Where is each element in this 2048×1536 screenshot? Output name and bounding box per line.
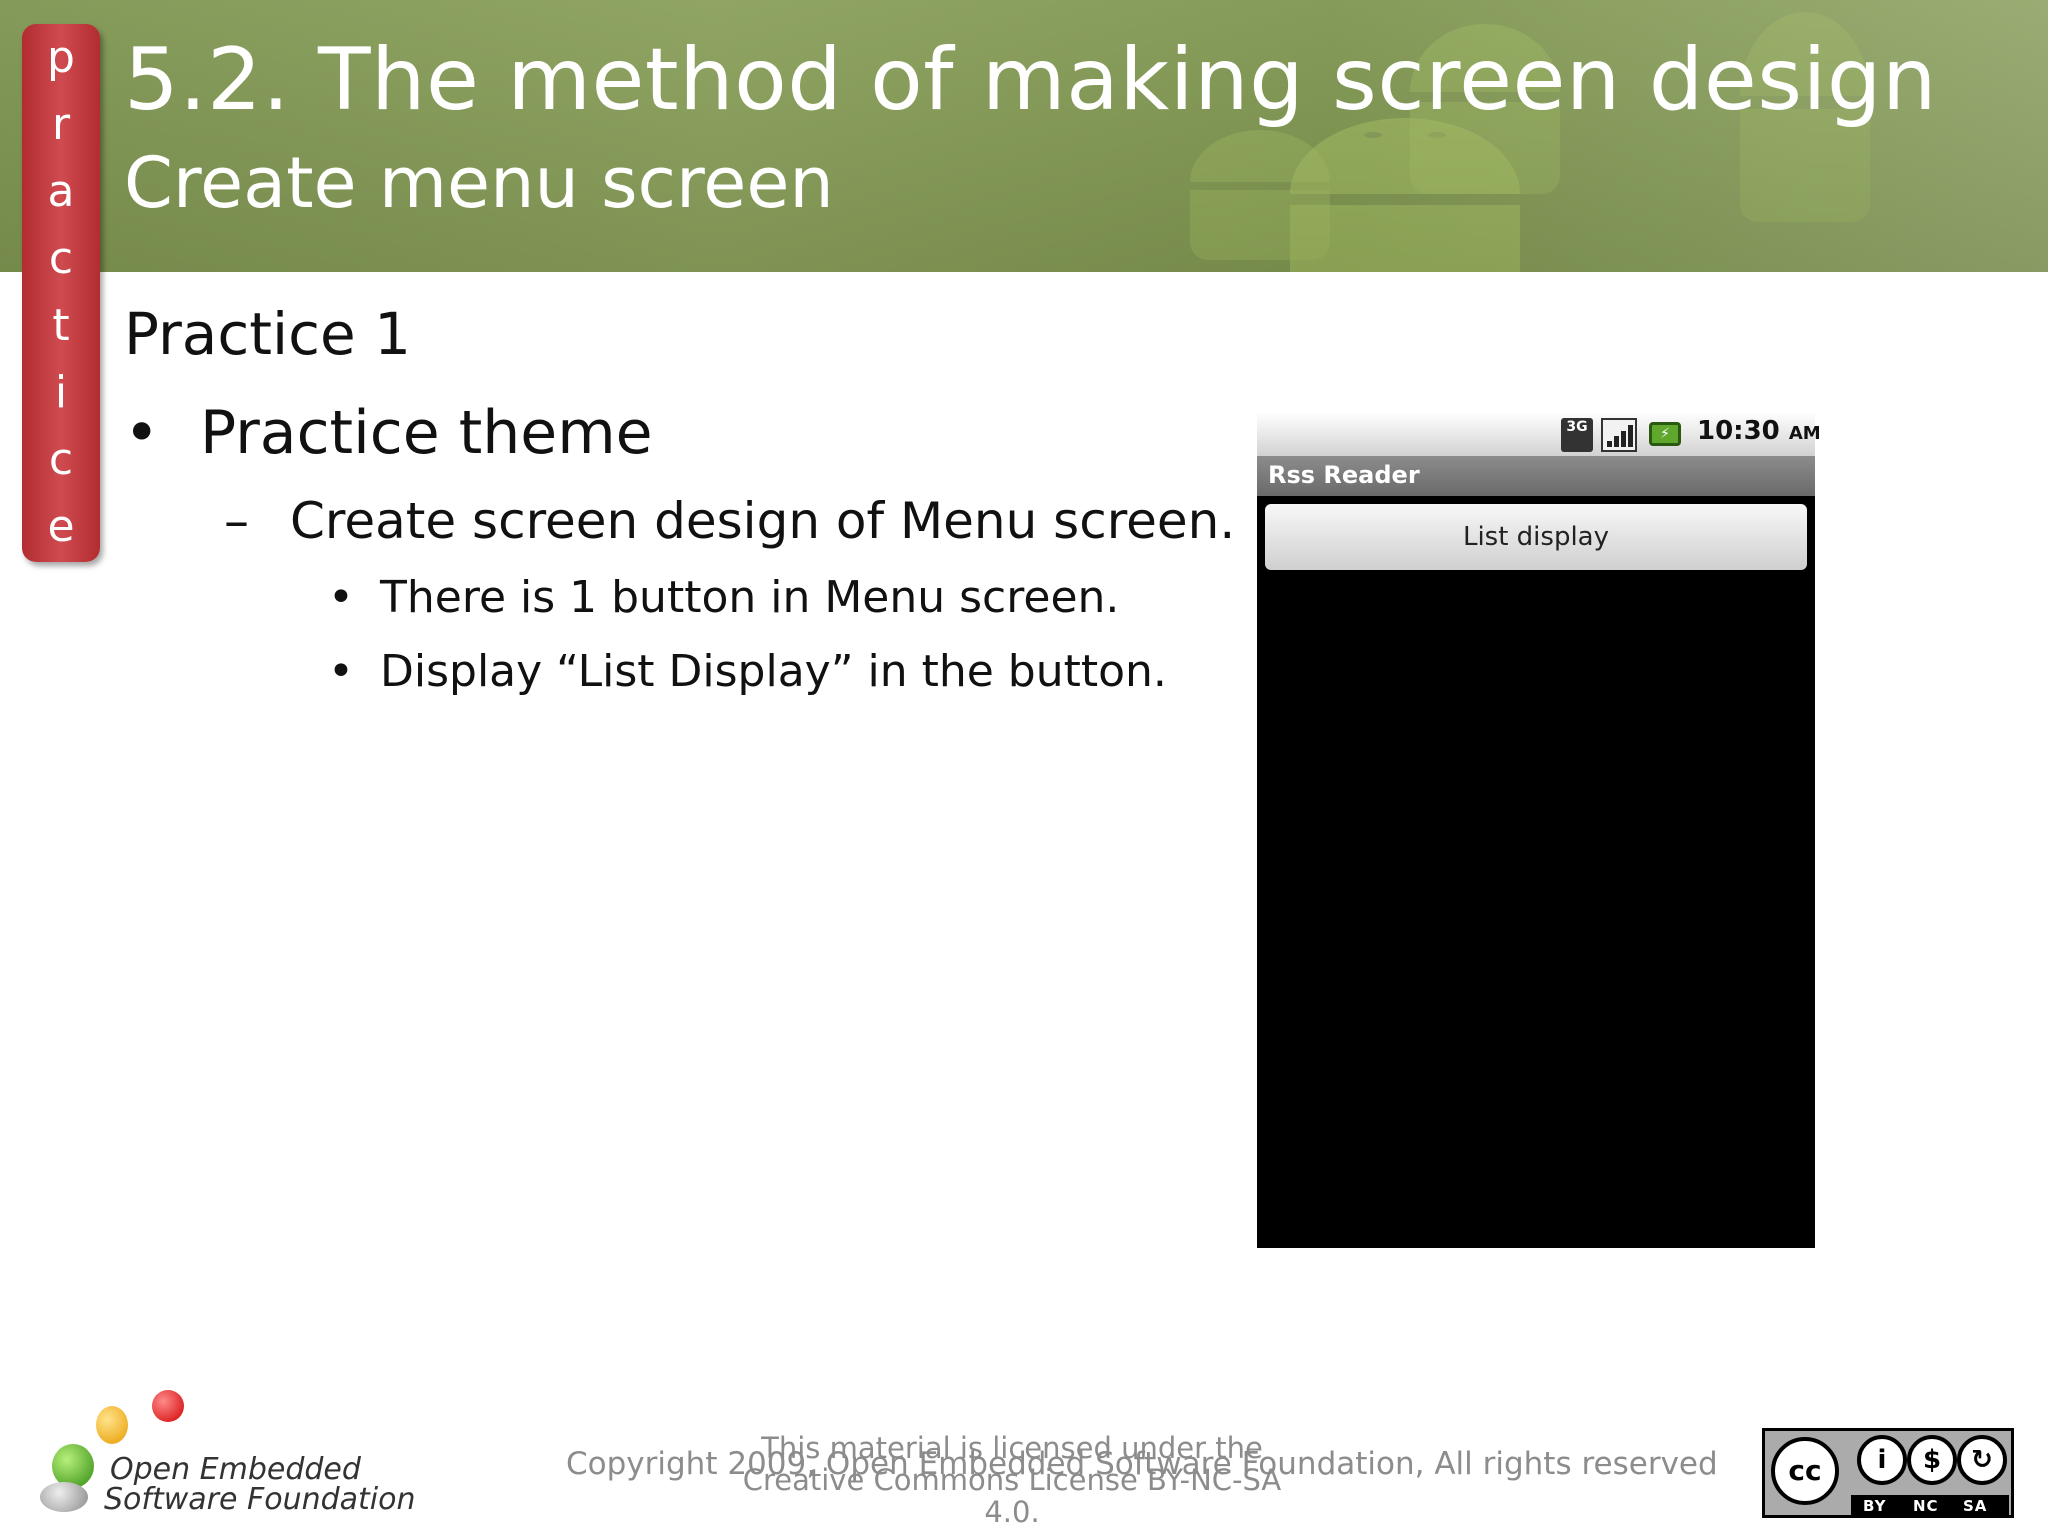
- cc-license-badge: cc i $ ↻ BY NC SA: [1762, 1428, 2014, 1518]
- section-heading: Practice 1: [124, 300, 411, 368]
- network-3g-icon: 3G: [1561, 418, 1593, 452]
- oesf-logo: Open Embedded Software Foundation: [36, 1390, 416, 1520]
- page-title: 5.2. The method of making screen design: [124, 30, 1938, 130]
- bullet-icon: •: [124, 398, 160, 468]
- tab-letter: e: [47, 501, 75, 552]
- tab-letter: i: [54, 367, 68, 418]
- cc-label-nc: NC: [1913, 1497, 1939, 1515]
- logo-ball-icon: [96, 1406, 128, 1444]
- bullet-icon: •: [328, 646, 354, 697]
- license-text: This material is licensed under the Crea…: [742, 1431, 1282, 1529]
- clock-ampm: AM: [1788, 423, 1821, 444]
- signal-icon: [1601, 418, 1637, 452]
- bullet-text: Practice theme: [200, 398, 653, 468]
- tab-letter: a: [47, 166, 75, 217]
- battery-icon: ⚡: [1649, 422, 1681, 446]
- phone-screenshot: 3G ⚡ 10:30 AM Rss Reader List display: [1257, 412, 1821, 1248]
- logo-ball-icon: [152, 1390, 184, 1422]
- cc-label-by: BY: [1863, 1497, 1887, 1515]
- dash-icon: –: [224, 492, 249, 550]
- tab-letter: c: [48, 434, 74, 485]
- tab-letter: c: [48, 233, 74, 284]
- sub-sub-bullet-text: Display “List Display” in the button.: [380, 646, 1167, 697]
- header-banner: 5.2. The method of making screen design …: [0, 0, 2048, 272]
- status-clock: 10:30 AM: [1697, 416, 1821, 446]
- app-title: Rss Reader: [1268, 461, 1420, 489]
- sharealike-icon: ↻: [1957, 1435, 2007, 1485]
- tab-letter: t: [52, 300, 70, 351]
- app-title-bar: Rss Reader: [1257, 456, 1815, 496]
- logo-ball-icon: [40, 1482, 88, 1512]
- sub-sub-bullet-text: There is 1 button in Menu screen.: [380, 572, 1120, 623]
- attribution-icon: i: [1857, 1435, 1907, 1485]
- bullet-icon: •: [328, 572, 354, 623]
- logo-text-line2: Software Foundation: [104, 1482, 416, 1517]
- tab-letter: r: [51, 99, 71, 150]
- list-display-button[interactable]: List display: [1265, 504, 1807, 570]
- tab-letter: p: [47, 32, 75, 83]
- cc-label-sa: SA: [1963, 1497, 1988, 1515]
- practice-tab: p r a c t i c e: [22, 24, 100, 562]
- clock-time: 10:30: [1697, 416, 1780, 446]
- sub-bullet-text: Create screen design of Menu screen.: [290, 492, 1236, 550]
- status-bar: 3G ⚡ 10:30 AM: [1257, 412, 1821, 456]
- noncommercial-icon: $: [1907, 1435, 1957, 1485]
- cc-icon: cc: [1771, 1437, 1839, 1505]
- page-subtitle: Create menu screen: [124, 142, 834, 224]
